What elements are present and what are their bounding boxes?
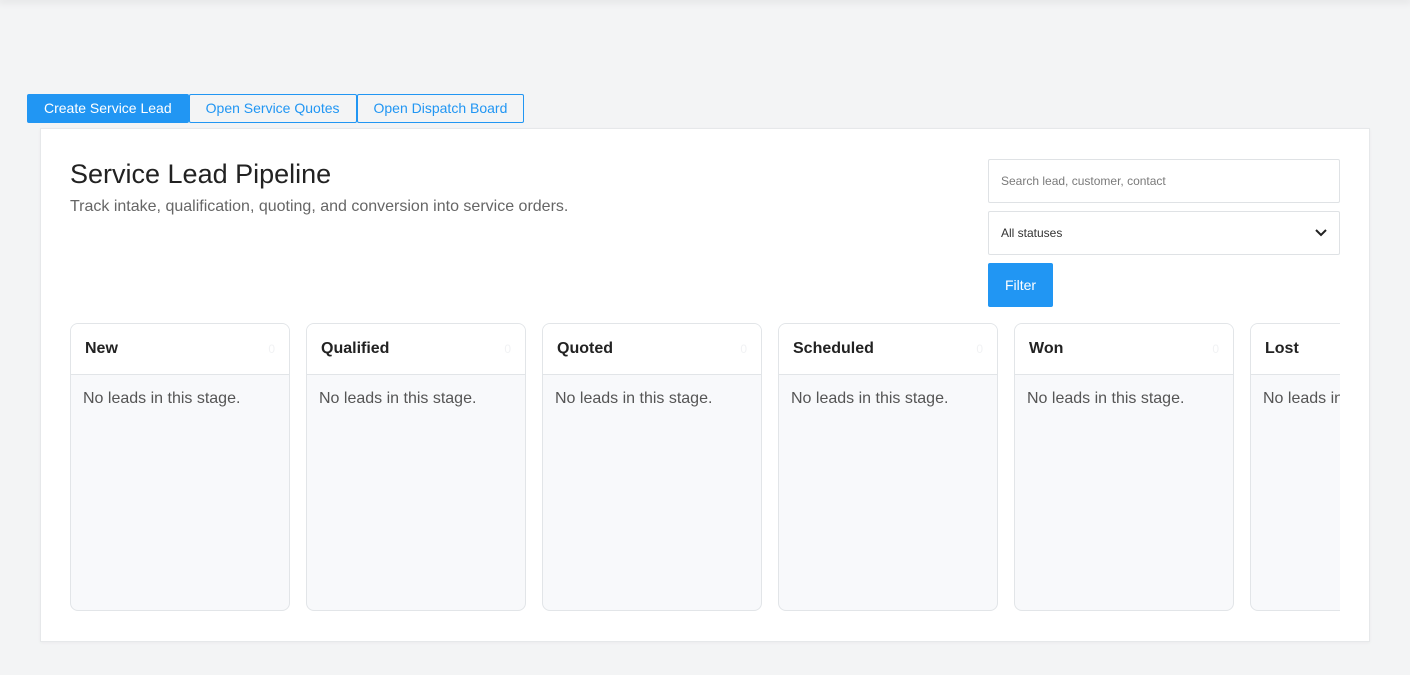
column-lost: Lost 0 No leads in this stage. <box>1250 323 1340 611</box>
column-header: New 0 <box>71 324 289 375</box>
column-title: Won <box>1029 340 1064 357</box>
pipeline-card: Service Lead Pipeline Track intake, qual… <box>40 128 1370 642</box>
column-title: Quoted <box>557 340 613 357</box>
column-header: Quoted 0 <box>543 324 761 375</box>
chevron-down-icon <box>1315 227 1327 239</box>
column-count: 0 <box>1212 342 1219 356</box>
column-header: Lost 0 <box>1251 324 1340 375</box>
column-empty-text: No leads in this stage. <box>319 390 477 407</box>
column-quoted: Quoted 0 No leads in this stage. <box>542 323 762 611</box>
column-count: 0 <box>976 342 983 356</box>
column-count: 0 <box>268 342 275 356</box>
filter-button[interactable]: Filter <box>988 263 1053 307</box>
column-scheduled: Scheduled 0 No leads in this stage. <box>778 323 998 611</box>
column-empty-text: No leads in this stage. <box>791 390 949 407</box>
column-count: 0 <box>504 342 511 356</box>
column-title: Qualified <box>321 340 390 357</box>
status-select[interactable]: All statuses <box>988 211 1340 255</box>
column-empty-text: No leads in this stage. <box>555 390 713 407</box>
column-qualified: Qualified 0 No leads in this stage. <box>306 323 526 611</box>
column-new: New 0 No leads in this stage. <box>70 323 290 611</box>
search-input[interactable] <box>988 159 1340 203</box>
column-title: Scheduled <box>793 340 874 357</box>
open-service-quotes-button[interactable]: Open Service Quotes <box>188 94 357 123</box>
column-empty-text: No leads in this stage. <box>83 390 241 407</box>
action-bar: Create Service Lead Open Service Quotes … <box>27 94 525 123</box>
column-empty-text: No leads in this stage. <box>1263 390 1340 407</box>
open-dispatch-board-button[interactable]: Open Dispatch Board <box>356 94 525 123</box>
page-title: Service Lead Pipeline <box>70 159 332 189</box>
create-service-lead-button[interactable]: Create Service Lead <box>27 94 189 123</box>
status-select-value: All statuses <box>1001 226 1063 240</box>
page-subtitle: Track intake, qualification, quoting, an… <box>70 198 569 215</box>
column-count: 0 <box>740 342 747 356</box>
column-title: New <box>85 340 118 357</box>
column-header: Scheduled 0 <box>779 324 997 375</box>
column-header: Qualified 0 <box>307 324 525 375</box>
column-empty-text: No leads in this stage. <box>1027 390 1185 407</box>
column-title: Lost <box>1265 340 1299 357</box>
pipeline-board[interactable]: New 0 No leads in this stage. Qualified … <box>70 323 1340 611</box>
column-won: Won 0 No leads in this stage. <box>1014 323 1234 611</box>
column-header: Won 0 <box>1015 324 1233 375</box>
